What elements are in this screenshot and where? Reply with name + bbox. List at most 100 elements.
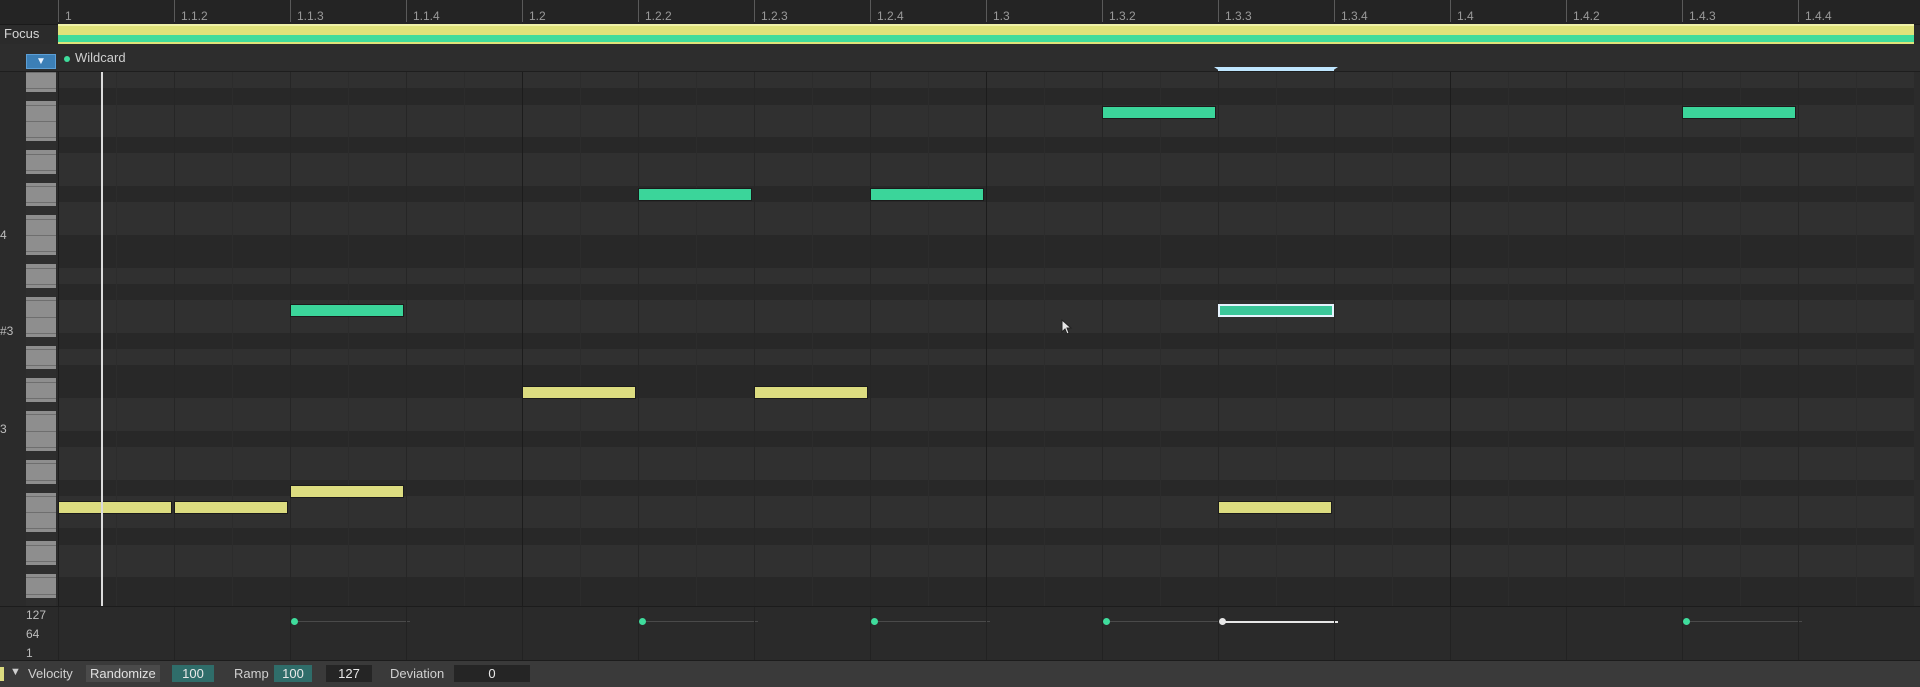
randomize-amount-field[interactable]: 100 (172, 665, 214, 682)
velocity-grid-line (290, 607, 291, 661)
deviation-label: Deviation (390, 666, 445, 681)
velocity-handle[interactable] (871, 618, 878, 625)
piano-black-key[interactable] (26, 336, 56, 346)
velocity-bar (1222, 621, 1338, 623)
midi-note[interactable] (754, 386, 868, 399)
key-separator (26, 202, 56, 204)
ruler-tick (522, 0, 523, 22)
focus-label: Focus (4, 26, 40, 41)
velocity-grid-line (986, 607, 987, 661)
ramp-end-field[interactable]: 127 (326, 665, 372, 682)
midi-note-selected[interactable] (1218, 304, 1334, 317)
grid-beat-line (986, 72, 987, 606)
key-separator (26, 72, 56, 73)
grid-beat-line (928, 72, 929, 606)
midi-note[interactable] (58, 501, 172, 514)
fold-button[interactable]: ▼ (26, 54, 56, 69)
midi-note[interactable] (174, 501, 288, 514)
velocity-handle[interactable] (1219, 618, 1226, 625)
grid-beat-line (1624, 72, 1625, 606)
velocity-handle[interactable] (1683, 618, 1690, 625)
grid-beat-line (1334, 72, 1335, 606)
ruler-label: 1.3 (993, 9, 1010, 23)
grid-beat-line (1276, 72, 1277, 606)
grid-beat-line (1682, 72, 1683, 606)
velocity-handle[interactable] (1103, 618, 1110, 625)
velocity-handle[interactable] (291, 618, 298, 625)
piano-keyboard[interactable] (26, 72, 56, 607)
ruler-tick (1798, 0, 1799, 22)
midi-note[interactable] (870, 188, 984, 201)
grid-beat-line (406, 72, 407, 606)
piano-black-key[interactable] (26, 532, 56, 542)
key-separator (26, 398, 56, 399)
grid-beat-line (1102, 72, 1103, 606)
octave-label: #3 (0, 324, 14, 338)
velocity-lane[interactable]: 127 64 1 (0, 606, 1920, 661)
ruler-label: 1.4 (1457, 9, 1474, 23)
velocity-scale-max: 127 (26, 608, 47, 622)
velocity-handle[interactable] (639, 618, 646, 625)
midi-note[interactable] (290, 304, 404, 317)
key-separator (26, 120, 56, 122)
velocity-grid-line (1566, 607, 1567, 661)
ruler-tick (1682, 0, 1683, 22)
piano-black-key[interactable] (26, 483, 56, 493)
midi-note[interactable] (1102, 106, 1216, 119)
velocity-lane-label: Velocity (28, 666, 73, 681)
piano-black-key[interactable] (26, 206, 56, 216)
key-separator (26, 267, 56, 269)
key-separator (26, 218, 56, 220)
ruler-label: 1.4.3 (1689, 9, 1716, 23)
grid-beat-line (812, 72, 813, 606)
ruler-tick (1566, 0, 1567, 22)
grid-beat-line (754, 72, 755, 606)
timeline-ruler[interactable]: 1 1.1.2 1.1.3 1.1.4 1.2 1.2.2 1.2.3 1.2.4 1.3 1.3… (0, 0, 1920, 25)
velocity-editor-toolbar: ▼ Velocity Randomize 100 Ramp 100 127 De… (0, 660, 1920, 687)
piano-black-key[interactable] (26, 255, 56, 265)
key-separator (26, 479, 56, 481)
piano-black-key[interactable] (26, 92, 56, 102)
piano-black-key[interactable] (26, 565, 56, 574)
velocity-grid-line (1798, 607, 1799, 661)
midi-note[interactable] (1218, 501, 1332, 514)
piano-black-key[interactable] (26, 402, 56, 411)
key-separator (26, 495, 56, 497)
key-separator (26, 104, 56, 106)
collapse-arrow-icon[interactable]: ▼ (10, 666, 21, 678)
key-separator (26, 512, 56, 514)
velocity-grid-line (638, 607, 639, 661)
ruler-label: 1.2.3 (761, 9, 788, 23)
ruler-label: 1.4.2 (1573, 9, 1600, 23)
key-separator (26, 88, 56, 90)
ramp-start-field[interactable]: 100 (274, 665, 312, 682)
grid-beat-line (174, 72, 175, 606)
randomize-button[interactable]: Randomize (86, 665, 160, 682)
ruler-tick (1334, 0, 1335, 22)
octave-label: 4 (0, 228, 7, 242)
loop-brace[interactable] (58, 24, 1914, 44)
piano-black-key[interactable] (26, 369, 56, 379)
piano-black-key[interactable] (26, 450, 56, 460)
ruler-label: 1.1.2 (181, 9, 208, 23)
midi-note[interactable] (290, 485, 404, 498)
stretch-marker[interactable] (1214, 66, 1338, 72)
midi-note[interactable] (522, 386, 636, 399)
key-separator (26, 381, 56, 383)
key-separator (26, 316, 56, 318)
ruler-tick (1102, 0, 1103, 22)
midi-note[interactable] (1682, 106, 1796, 119)
ruler-tick (1218, 0, 1219, 22)
piano-black-key[interactable] (26, 287, 56, 297)
grid-beat-line (696, 72, 697, 606)
piano-black-key[interactable] (26, 173, 56, 183)
ramp-label: Ramp (234, 666, 269, 681)
piano-black-key[interactable] (26, 141, 56, 151)
key-separator (26, 430, 56, 432)
ruler-tick (58, 0, 59, 22)
midi-note[interactable] (638, 188, 752, 201)
deviation-field[interactable]: 0 (454, 665, 530, 682)
loop-range[interactable] (58, 35, 1914, 42)
grid-beat-line (232, 72, 233, 606)
note-grid[interactable] (58, 72, 1914, 606)
